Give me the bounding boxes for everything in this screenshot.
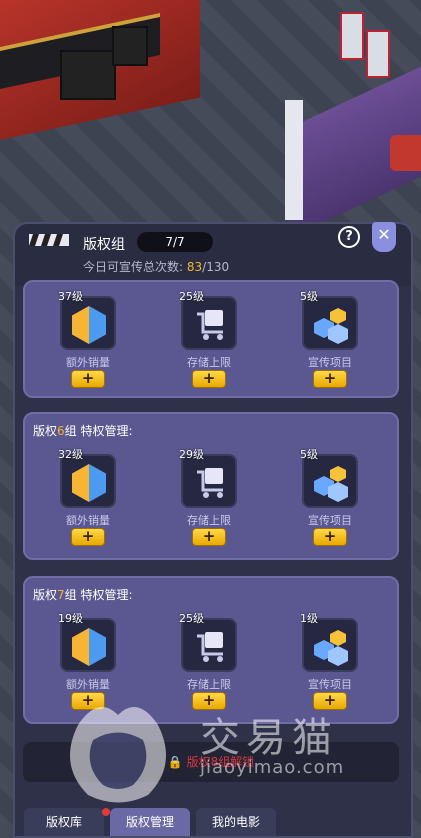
item-tile[interactable] bbox=[60, 454, 116, 508]
vending-machine bbox=[366, 30, 390, 78]
cat-logo-icon bbox=[70, 707, 166, 803]
group-title-prefix: 版权 bbox=[33, 424, 58, 438]
item-tile[interactable] bbox=[302, 296, 358, 350]
upgrade-plus-button[interactable]: + bbox=[313, 528, 347, 546]
upgrade-item-promo: 5级 宣传项目 + bbox=[285, 448, 375, 564]
item-level: 37级 bbox=[58, 290, 83, 303]
bubbles-promo-icon bbox=[314, 466, 348, 502]
bottom-tab-bar: 版权库 版权管理 我的电影 bbox=[0, 806, 421, 838]
upgrade-item-sales: 32级 额外销量 + bbox=[43, 448, 133, 564]
upgrade-item-storage: 25级 存储上限 + bbox=[164, 290, 254, 406]
item-name: 额外销量 bbox=[66, 514, 110, 527]
tab-copyright-library[interactable]: 版权库 bbox=[24, 808, 104, 836]
upgrade-plus-button[interactable]: + bbox=[71, 528, 105, 546]
item-name: 额外销量 bbox=[66, 356, 110, 369]
item-level: 25级 bbox=[179, 290, 204, 303]
watermark-text: 交易猫 bbox=[200, 715, 338, 761]
upgrade-item-storage: 29级 存储上限 + bbox=[164, 448, 254, 564]
item-name: 额外销量 bbox=[66, 678, 110, 691]
item-level: 19级 bbox=[58, 612, 83, 625]
item-name: 存储上限 bbox=[187, 514, 231, 527]
group-title-number: 6 bbox=[57, 424, 65, 438]
item-name: 宣传项目 bbox=[308, 678, 352, 691]
group-title-suffix: 组 特权管理: bbox=[64, 588, 133, 602]
close-button[interactable]: ✕ bbox=[372, 222, 396, 252]
upgrade-item-sales: 37级 额外销量 + bbox=[43, 290, 133, 406]
group-title: 版权7组 特权管理: bbox=[33, 586, 133, 603]
promo-count-line: 今日可宣传总次数: 83/130 bbox=[83, 258, 229, 275]
item-level: 1级 bbox=[300, 612, 318, 625]
upgrade-plus-button[interactable]: + bbox=[313, 370, 347, 388]
white-pillar bbox=[285, 100, 303, 220]
hexagon-sales-icon bbox=[72, 306, 106, 344]
upgrade-plus-button[interactable]: + bbox=[192, 528, 226, 546]
item-level: 5级 bbox=[300, 448, 318, 461]
item-name: 宣传项目 bbox=[308, 514, 352, 527]
item-name: 存储上限 bbox=[187, 678, 231, 691]
cart-storage-icon bbox=[197, 310, 223, 340]
item-tile[interactable] bbox=[60, 618, 116, 672]
group-title-prefix: 版权 bbox=[33, 588, 58, 602]
item-level: 25级 bbox=[179, 612, 204, 625]
item-name: 宣传项目 bbox=[308, 356, 352, 369]
cart-storage-icon bbox=[197, 632, 223, 662]
item-name: 存储上限 bbox=[187, 356, 231, 369]
bubbles-promo-icon bbox=[314, 630, 348, 666]
upgrade-plus-button[interactable]: + bbox=[192, 370, 226, 388]
cart-storage-icon bbox=[197, 468, 223, 498]
watermark-url: jiaoyimao.com bbox=[200, 757, 345, 778]
privilege-group: 版权6组 特权管理: 32级 额外销量 + 29级 存储上限 + 5级 宣传项目… bbox=[23, 412, 399, 560]
vending-machine bbox=[340, 12, 364, 60]
hexagon-sales-icon bbox=[72, 628, 106, 666]
group-title-suffix: 组 特权管理: bbox=[64, 424, 133, 438]
bubbles-promo-icon bbox=[314, 308, 348, 344]
upgrade-plus-button[interactable]: + bbox=[71, 370, 105, 388]
poster-frame bbox=[112, 26, 148, 66]
tab-my-movies[interactable]: 我的电影 bbox=[196, 808, 276, 836]
item-level: 29级 bbox=[179, 448, 204, 461]
red-sofa bbox=[390, 135, 421, 171]
item-tile[interactable] bbox=[302, 454, 358, 508]
notification-dot bbox=[102, 808, 110, 816]
hexagon-sales-icon bbox=[72, 464, 106, 502]
upgrade-item-promo: 5级 宣传项目 + bbox=[285, 290, 375, 406]
watermark: 交易猫 jiaoyimao.com bbox=[50, 695, 370, 805]
item-tile[interactable] bbox=[302, 618, 358, 672]
item-tile[interactable] bbox=[181, 618, 237, 672]
group-title: 版权6组 特权管理: bbox=[33, 422, 133, 439]
poster-frame bbox=[60, 50, 116, 100]
item-tile[interactable] bbox=[181, 296, 237, 350]
panel-title: 版权组 bbox=[83, 237, 125, 253]
promo-used: 83 bbox=[186, 260, 203, 274]
item-tile[interactable] bbox=[181, 454, 237, 508]
group-title-number: 7 bbox=[57, 588, 65, 602]
clapperboard-icon bbox=[29, 234, 69, 246]
item-tile[interactable] bbox=[60, 296, 116, 350]
privilege-group: 37级 额外销量 + 25级 存储上限 + 5级 宣传项目 + bbox=[23, 280, 399, 398]
promo-total: /130 bbox=[202, 260, 230, 274]
item-level: 32级 bbox=[58, 448, 83, 461]
help-button[interactable]: ? bbox=[338, 226, 360, 248]
group-count: 7/7 bbox=[137, 232, 213, 252]
tab-copyright-management[interactable]: 版权管理 bbox=[110, 808, 190, 836]
panel-header: 版权组 7/7 今日可宣传总次数: 83/130 ? ✕ bbox=[15, 222, 411, 286]
promo-label: 今日可宣传总次数: bbox=[83, 260, 184, 274]
item-level: 5级 bbox=[300, 290, 318, 303]
